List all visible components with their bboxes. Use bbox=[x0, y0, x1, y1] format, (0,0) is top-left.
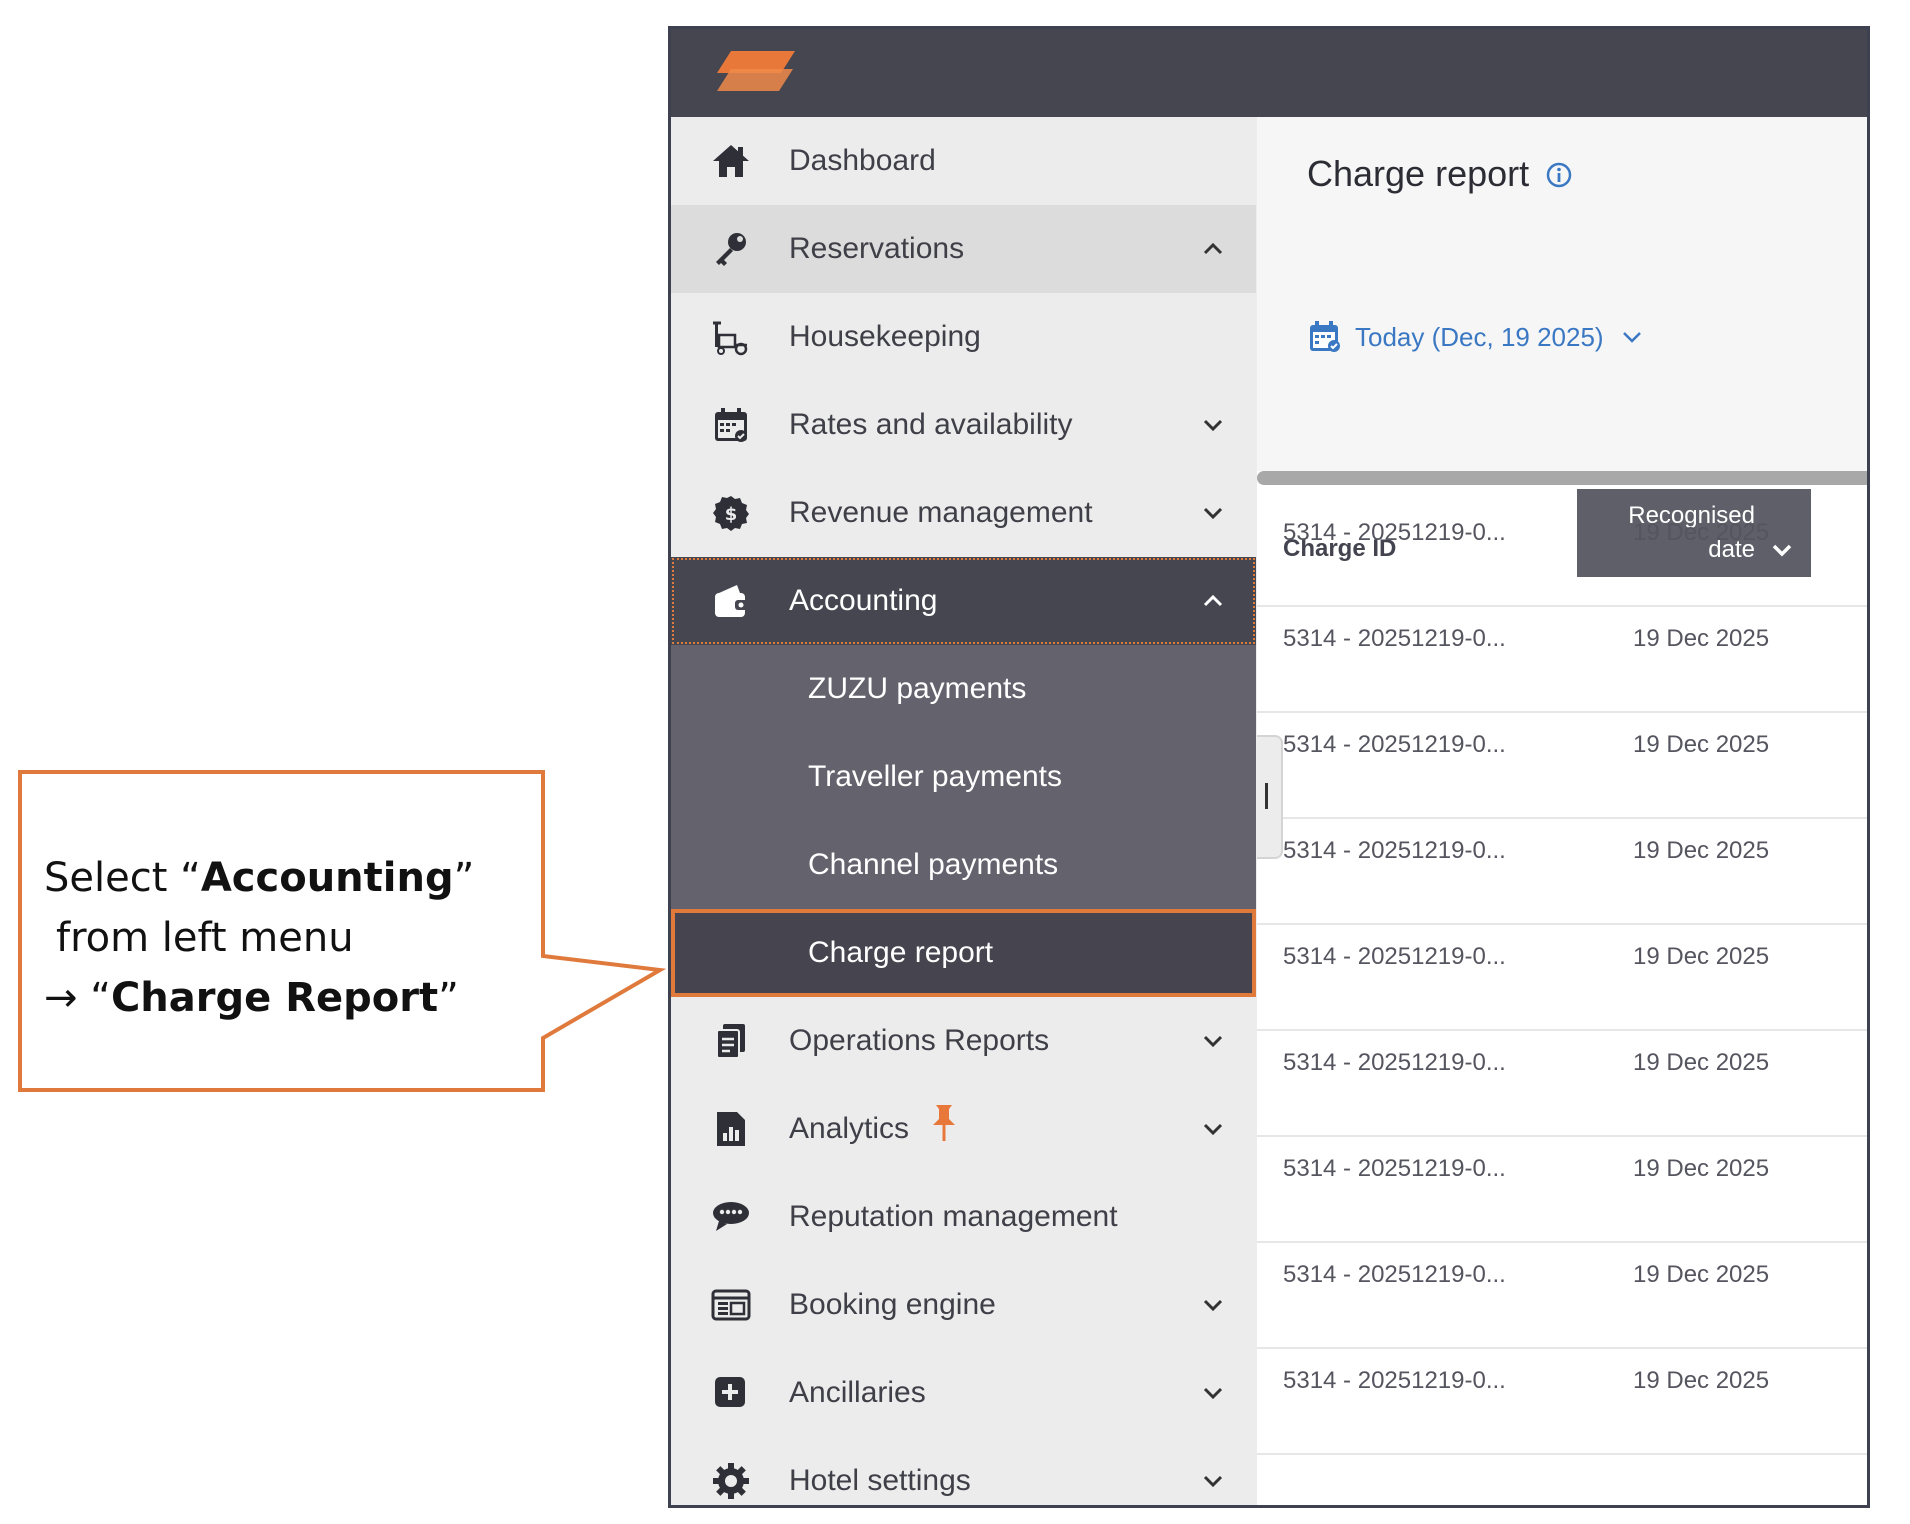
top-bar bbox=[671, 29, 1867, 117]
instruction-text: Select “Accounting” from left menu → “Ch… bbox=[44, 848, 474, 1028]
recognised-date-cell: 19 Dec 2025 bbox=[1633, 1367, 1770, 1394]
info-icon[interactable] bbox=[1545, 161, 1573, 189]
sidebar-item-label: Ancillaries bbox=[789, 1376, 926, 1409]
recognised-date-cell: 19 Dec 2025 bbox=[1633, 943, 1770, 970]
instruction-line-1: Select “Accounting” bbox=[44, 855, 475, 901]
booking-window-icon bbox=[709, 1283, 753, 1327]
sidebar: Dashboard Reservations Housekeeping Rate… bbox=[671, 117, 1256, 1505]
sidebar-item-reputation-management[interactable]: Reputation management bbox=[671, 1173, 1256, 1261]
charge-id-cell: 5314 - 20251219-0... bbox=[1283, 1049, 1506, 1076]
key-icon bbox=[709, 227, 753, 271]
dollar-coin-icon: $ bbox=[709, 491, 753, 535]
chevron-up-icon bbox=[1203, 242, 1223, 255]
sidebar-item-label: Rates and availability bbox=[789, 408, 1073, 441]
chevron-down-icon bbox=[1203, 419, 1223, 432]
sidebar-item-booking-engine[interactable]: Booking engine bbox=[671, 1261, 1256, 1349]
chevron-up-icon bbox=[1203, 594, 1223, 607]
sidebar-item-reservations[interactable]: Reservations bbox=[671, 205, 1256, 293]
charge-id-cell: 5314 - 20251219-0... bbox=[1283, 731, 1506, 758]
recognised-date-cell: 19 Dec 2025 bbox=[1633, 1049, 1770, 1076]
chat-bubbles-icon bbox=[709, 1195, 753, 1239]
chevron-down-icon bbox=[1203, 1123, 1223, 1136]
chevron-down-icon bbox=[1203, 1475, 1223, 1488]
table-row[interactable]: 5314 - 20251219-0... 19 Dec 2025 bbox=[1257, 1349, 1867, 1455]
submenu-item-traveller-payments[interactable]: Traveller payments bbox=[671, 733, 1256, 821]
sidebar-item-label: Reputation management bbox=[789, 1200, 1118, 1233]
chevron-down-icon bbox=[1203, 1299, 1223, 1312]
recognised-date-cell: 19 Dec 2025 bbox=[1633, 837, 1770, 864]
sidebar-item-label: Dashboard bbox=[789, 144, 936, 177]
wallet-icon bbox=[709, 579, 753, 623]
sidebar-item-label: Analytics bbox=[789, 1112, 910, 1145]
reports-icon bbox=[709, 1019, 753, 1063]
sidebar-item-hotel-settings[interactable]: Hotel settings bbox=[671, 1437, 1256, 1505]
pin-icon[interactable] bbox=[931, 1103, 957, 1143]
charge-id-cell: 5314 - 20251219-0... bbox=[1283, 625, 1506, 652]
sidebar-item-label: Booking engine bbox=[789, 1288, 996, 1321]
instruction-line-2: from left menu bbox=[56, 915, 354, 961]
table-row[interactable]: 5314 - 20251219-0... 19 Dec 2025 bbox=[1257, 925, 1867, 1031]
recognised-date-cell: 19 Dec 2025 bbox=[1633, 1155, 1770, 1182]
main-content: Charge report Today (Dec, 19 2025) Charg… bbox=[1257, 117, 1867, 1505]
charge-id-cell: 5314 - 20251219-0... bbox=[1283, 1155, 1506, 1182]
charge-id-cell: 5314 - 20251219-0... bbox=[1283, 519, 1506, 546]
sidebar-item-label: Hotel settings bbox=[789, 1464, 971, 1497]
table-row[interactable]: 5314 - 20251219-0... 19 Dec 2025 bbox=[1257, 713, 1867, 819]
chevron-down-icon bbox=[1622, 332, 1641, 343]
sidebar-item-ancillaries[interactable]: Ancillaries bbox=[671, 1349, 1256, 1437]
date-filter-dropdown[interactable]: Today (Dec, 19 2025) bbox=[1307, 315, 1644, 359]
submenu-item-channel-payments[interactable]: Channel payments bbox=[671, 821, 1256, 909]
instruction-line-3: → “Charge Report” bbox=[44, 975, 459, 1021]
page-title: Charge report bbox=[1307, 153, 1530, 194]
table-row[interactable]: 5314 - 20251219-0... 19 Dec 2025 bbox=[1257, 1243, 1867, 1349]
sidebar-item-operations-reports[interactable]: Operations Reports bbox=[671, 997, 1256, 1085]
chevron-down-icon bbox=[1203, 1035, 1223, 1048]
content-header: Charge report Today (Dec, 19 2025) bbox=[1257, 117, 1867, 471]
app-window: Dashboard Reservations Housekeeping Rate… bbox=[668, 26, 1870, 1508]
sidebar-item-label: Operations Reports bbox=[789, 1024, 1050, 1057]
sidebar-item-label: Reservations bbox=[789, 232, 965, 265]
charge-id-cell: 5314 - 20251219-0... bbox=[1283, 1367, 1506, 1394]
sidebar-item-label: Revenue management bbox=[789, 496, 1093, 529]
sidebar-item-accounting[interactable]: Accounting bbox=[671, 557, 1256, 645]
chevron-down-icon bbox=[1203, 1387, 1223, 1400]
recognised-date-cell: 19 Dec 2025 bbox=[1633, 519, 1770, 546]
table-row[interactable]: 5314 - 20251219-0... 19 Dec 2025 bbox=[1257, 1031, 1867, 1137]
charge-id-cell: 5314 - 20251219-0... bbox=[1283, 837, 1506, 864]
table-row[interactable]: 5314 - 20251219-0... 19 Dec 2025 bbox=[1257, 819, 1867, 925]
recognised-date-cell: 19 Dec 2025 bbox=[1633, 1261, 1770, 1288]
submenu-item-zuzu-payments[interactable]: ZUZU payments bbox=[671, 645, 1256, 733]
date-filter-label: Today (Dec, 19 2025) bbox=[1355, 321, 1604, 352]
settings-gear-icon bbox=[709, 1459, 753, 1503]
calendar-icon bbox=[1310, 321, 1340, 352]
analytics-icon bbox=[709, 1107, 753, 1151]
chevron-down-icon bbox=[1203, 507, 1223, 520]
calendar-icon bbox=[709, 403, 753, 447]
housekeeping-cart-icon bbox=[709, 315, 753, 359]
sidebar-item-dashboard[interactable]: Dashboard bbox=[671, 117, 1256, 205]
sidebar-item-analytics[interactable]: Analytics bbox=[671, 1085, 1256, 1173]
plus-square-icon bbox=[709, 1371, 753, 1415]
sidebar-item-housekeeping[interactable]: Housekeeping bbox=[671, 293, 1256, 381]
svg-text:$: $ bbox=[725, 504, 738, 525]
sidebar-item-label: Accounting bbox=[789, 584, 938, 617]
recognised-date-cell: 19 Dec 2025 bbox=[1633, 625, 1770, 652]
layered-logo-icon[interactable] bbox=[709, 47, 799, 97]
submenu-item-charge-report[interactable]: Charge report bbox=[671, 909, 1256, 997]
sidebar-item-revenue-management[interactable]: $ Revenue management bbox=[671, 469, 1256, 557]
table-row[interactable]: 5314 - 20251219-0... 19 Dec 2025 bbox=[1257, 501, 1867, 607]
charge-id-cell: 5314 - 20251219-0... bbox=[1283, 943, 1506, 970]
panel-resize-handle[interactable] bbox=[1257, 735, 1283, 859]
charge-id-cell: 5314 - 20251219-0... bbox=[1283, 1261, 1506, 1288]
table-row[interactable]: 5314 - 20251219-0... 19 Dec 2025 bbox=[1257, 607, 1867, 713]
sidebar-item-rates-and-availability[interactable]: Rates and availability bbox=[671, 381, 1256, 469]
table-row[interactable]: 5314 - 20251219-0... 19 Dec 2025 bbox=[1257, 1137, 1867, 1243]
horizontal-scrollbar[interactable] bbox=[1257, 471, 1867, 485]
home-icon bbox=[709, 139, 753, 183]
recognised-date-cell: 19 Dec 2025 bbox=[1633, 731, 1770, 758]
sidebar-item-label: Housekeeping bbox=[789, 320, 981, 353]
